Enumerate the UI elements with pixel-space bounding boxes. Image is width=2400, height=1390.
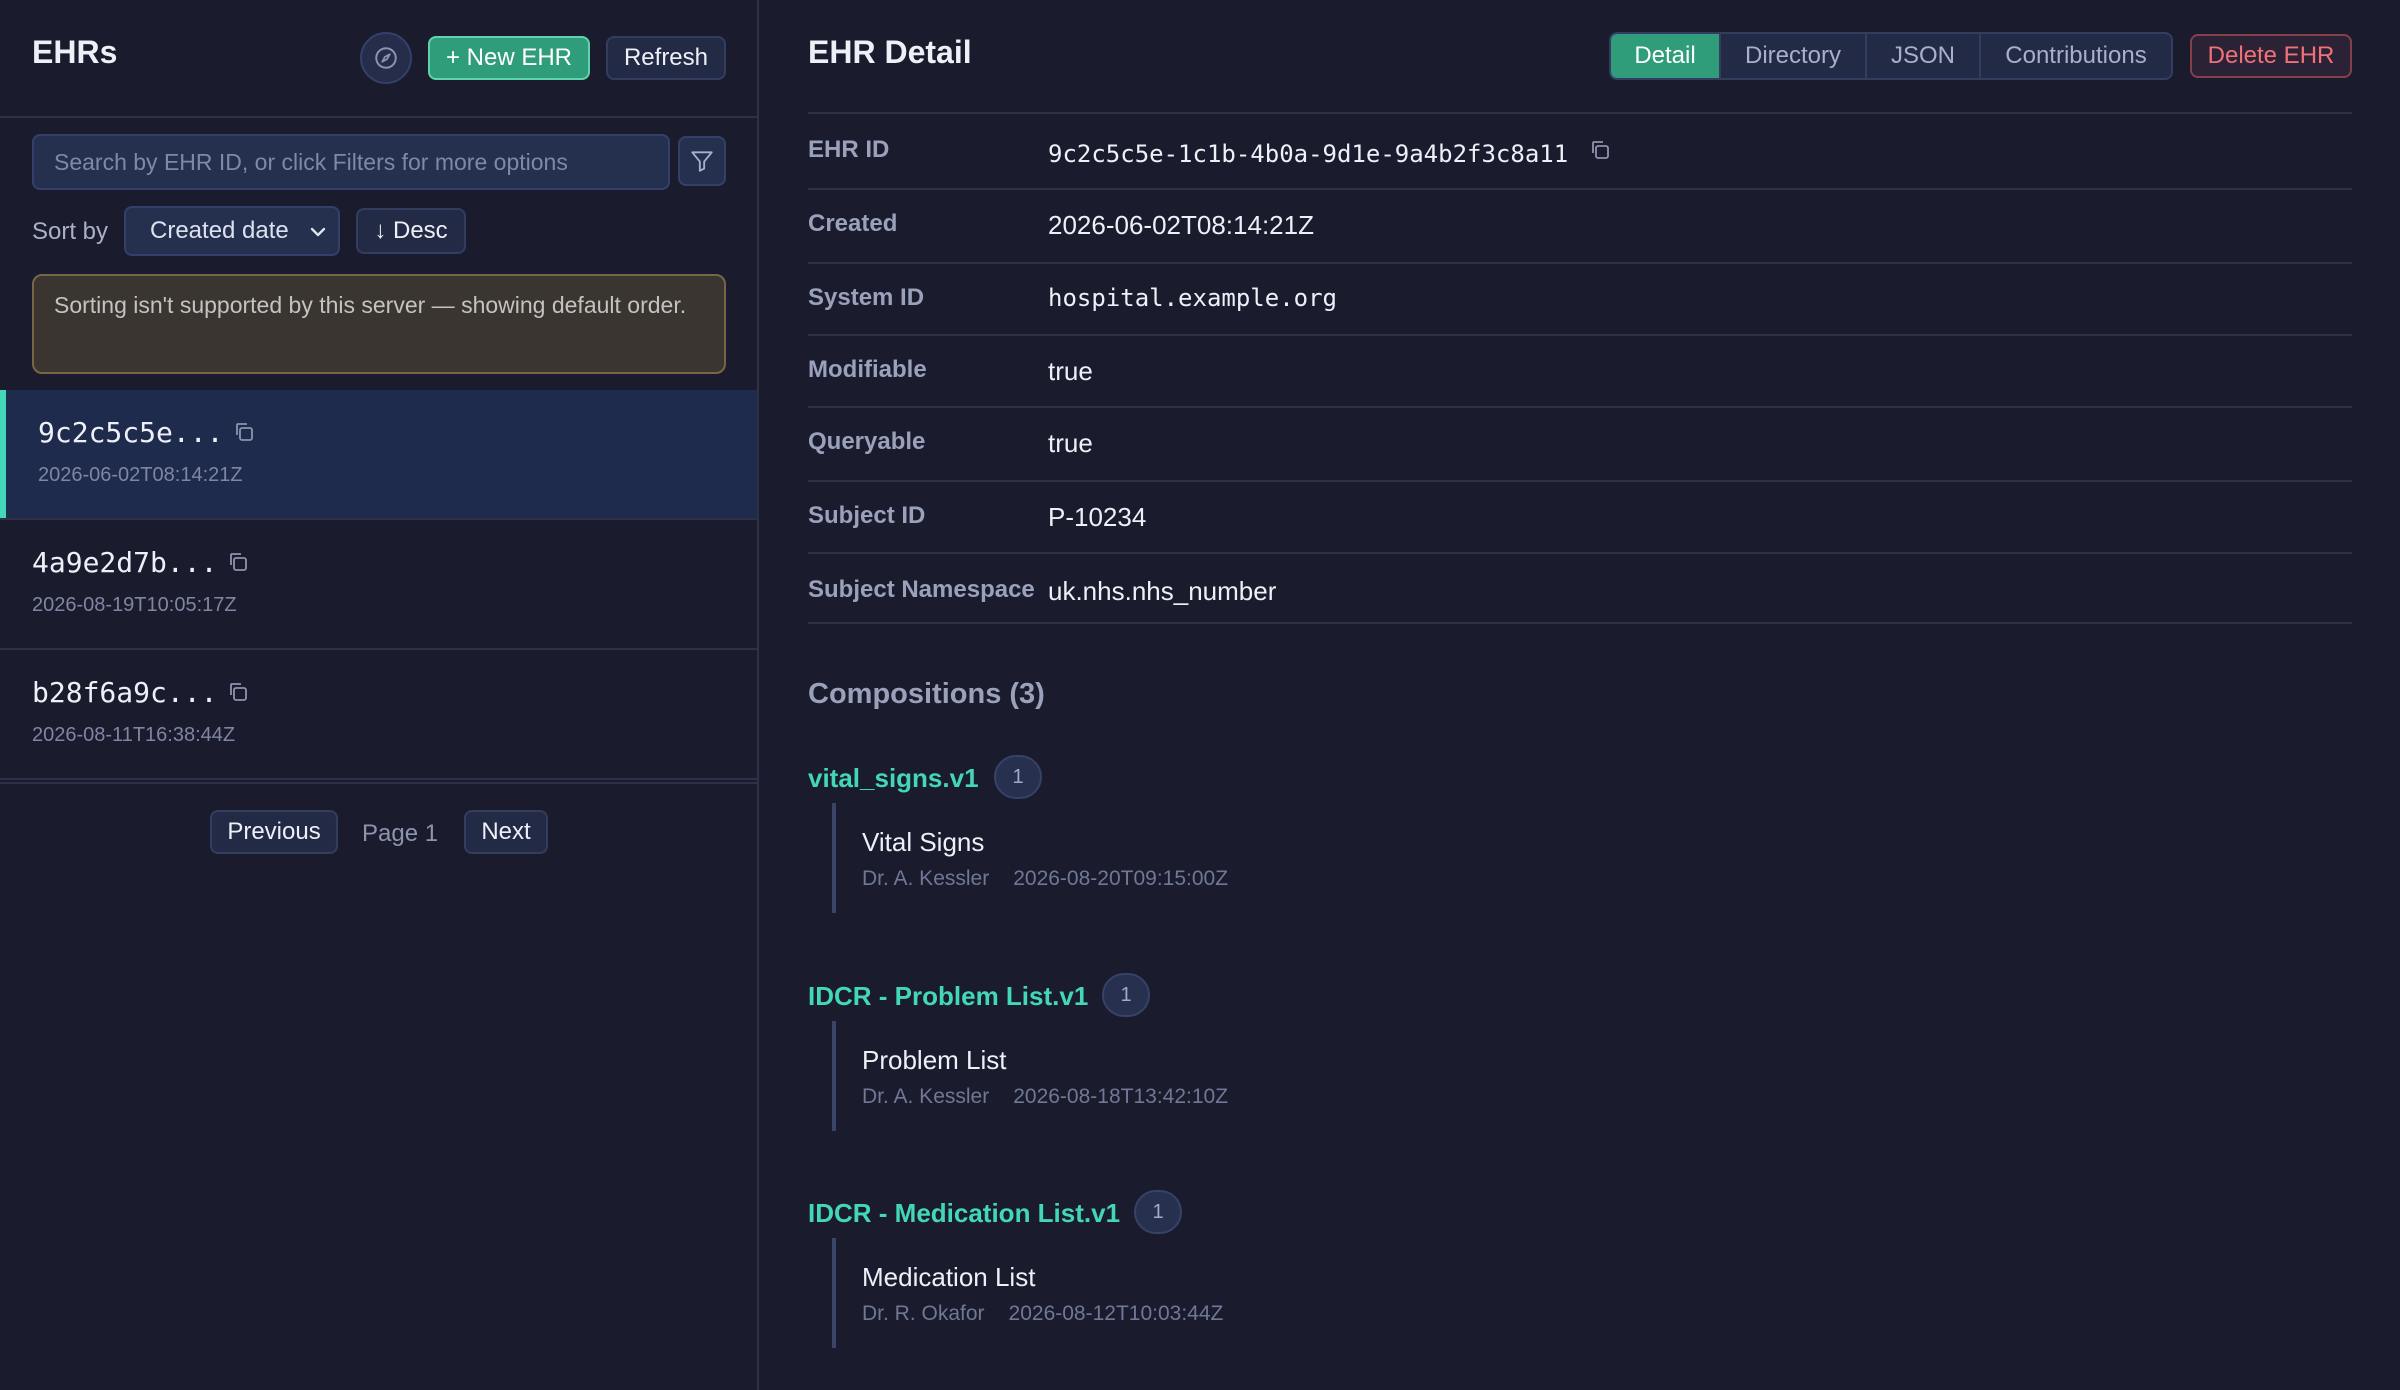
refresh-button[interactable]: Refresh — [606, 36, 726, 80]
sort-field-value: Created date — [150, 217, 289, 244]
composition-title: Vital Signs — [862, 827, 985, 857]
field-subject-id: Subject ID P-10234 — [808, 480, 2352, 552]
ehr-created-date: 2026-08-11T16:38:44Z — [32, 724, 236, 746]
count-badge: 1 — [1134, 1190, 1182, 1234]
page-indicator: Page 1 — [362, 820, 439, 847]
ehr-detail-panel: EHR Detail Detail Directory JSON Contrib… — [761, 0, 2400, 1390]
ehr-created-date: 2026-08-19T10:05:17Z — [32, 594, 237, 616]
compass-icon — [375, 47, 397, 69]
template-link[interactable]: IDCR - Problem List.v1 — [808, 981, 1088, 1012]
field-label: EHR ID — [808, 136, 890, 163]
next-page-button[interactable]: Next — [464, 810, 548, 854]
copy-icon[interactable] — [1588, 138, 1612, 162]
composition-meta: Dr. A. Kessler 2026-08-18T13:42:10Z — [862, 1085, 1228, 1109]
composition-time: 2026-08-18T13:42:10Z — [1013, 1085, 1229, 1108]
filter-icon — [691, 151, 713, 172]
ehr-list-title: EHRs — [32, 34, 118, 70]
copy-icon[interactable] — [232, 420, 256, 444]
ehr-search-input[interactable] — [32, 134, 670, 190]
field-label: Created — [808, 210, 898, 237]
ehr-id-short: 9c2c5c5e... — [38, 416, 224, 449]
pagination-divider — [0, 782, 757, 784]
detail-divider — [808, 622, 2352, 624]
previous-page-button[interactable]: Previous — [210, 810, 338, 854]
template-link[interactable]: IDCR - Medication List.v1 — [808, 1198, 1120, 1229]
composition-meta: Dr. A. Kessler 2026-08-20T09:15:00Z — [862, 867, 1228, 891]
ehr-list-item[interactable]: 4a9e2d7b... 2026-08-19T10:05:17Z — [0, 520, 757, 650]
field-label: System ID — [808, 284, 925, 311]
tab-detail[interactable]: Detail — [1611, 34, 1721, 78]
field-label: Modifiable — [808, 356, 927, 383]
field-subject-namespace: Subject Namespace uk.nhs.nhs_number — [808, 552, 2352, 622]
ehr-list-header: EHRs + New EHR Refresh — [0, 0, 757, 118]
copy-icon[interactable] — [226, 550, 250, 574]
field-value: 9c2c5c5e-1c1b-4b0a-9d1e-9a4b2f3c8a11 — [1048, 140, 1569, 168]
composition-entry[interactable]: Vital Signs Dr. A. Kessler 2026-08-20T09:… — [832, 803, 1228, 913]
composition-author: Dr. R. Okafor — [862, 1302, 985, 1325]
field-modifiable: Modifiable true — [808, 334, 2352, 406]
field-label: Subject Namespace — [808, 576, 1035, 603]
sort-label: Sort by — [32, 218, 109, 245]
tab-directory[interactable]: Directory — [1721, 34, 1867, 78]
new-ehr-button[interactable]: + New EHR — [428, 36, 590, 80]
delete-ehr-button[interactable]: Delete EHR — [2190, 34, 2352, 78]
chevron-down-icon — [310, 227, 326, 237]
field-system-id: System ID hospital.example.org — [808, 262, 2352, 334]
field-label: Queryable — [808, 428, 926, 455]
field-value: P-10234 — [1048, 502, 1147, 532]
composition-entry[interactable]: Problem List Dr. A. Kessler 2026-08-18T13… — [832, 1021, 1228, 1131]
ehr-id-short: b28f6a9c... — [32, 676, 218, 709]
tab-json[interactable]: JSON — [1867, 34, 1981, 78]
composition-entry[interactable]: Medication List Dr. R. Okafor 2026-08-12T… — [832, 1238, 1223, 1348]
page-title: EHR Detail — [808, 34, 972, 70]
filters-button[interactable] — [678, 136, 726, 186]
ehr-created-date: 2026-06-02T08:14:21Z — [38, 464, 243, 486]
field-ehr-id: EHR ID 9c2c5c5e-1c1b-4b0a-9d1e-9a4b2f3c8… — [808, 112, 2352, 188]
composition-time: 2026-08-12T10:03:44Z — [1008, 1302, 1224, 1325]
sort-order-button[interactable]: ↓ Desc — [356, 208, 466, 254]
composition-author: Dr. A. Kessler — [862, 1085, 990, 1108]
sort-field-select[interactable]: Created date — [124, 206, 340, 256]
detail-tabs: Detail Directory JSON Contributions — [1609, 32, 2173, 80]
ehr-list-panel: EHRs + New EHR Refresh Sort by Created d… — [0, 0, 759, 1390]
field-value: true — [1048, 356, 1093, 386]
field-created: Created 2026-06-02T08:14:21Z — [808, 188, 2352, 262]
ehr-list-item[interactable]: b28f6a9c... 2026-08-11T16:38:44Z — [0, 650, 757, 780]
field-queryable: Queryable true — [808, 406, 2352, 480]
tab-contributions[interactable]: Contributions — [1981, 34, 2171, 78]
compass-button[interactable] — [360, 32, 412, 84]
sort-warning-banner: Sorting isn't supported by this server —… — [32, 274, 726, 374]
composition-meta: Dr. R. Okafor 2026-08-12T10:03:44Z — [862, 1302, 1223, 1326]
ehr-list-item[interactable]: 9c2c5c5e... 2026-06-02T08:14:21Z — [0, 390, 757, 520]
field-value: true — [1048, 428, 1093, 458]
selected-indicator — [0, 390, 6, 518]
template-link[interactable]: vital_signs.v1 — [808, 763, 979, 794]
field-value: uk.nhs.nhs_number — [1048, 576, 1277, 606]
composition-author: Dr. A. Kessler — [862, 867, 990, 890]
field-value: 2026-06-02T08:14:21Z — [1048, 210, 1314, 240]
ehr-list: 9c2c5c5e... 2026-06-02T08:14:21Z 4a9e2d7… — [0, 390, 757, 780]
ehr-id-short: 4a9e2d7b... — [32, 546, 218, 579]
copy-icon[interactable] — [226, 680, 250, 704]
count-badge: 1 — [1102, 973, 1150, 1017]
compositions-heading: Compositions (3) — [808, 678, 1045, 710]
field-label: Subject ID — [808, 502, 926, 529]
composition-title: Medication List — [862, 1262, 1036, 1292]
field-value: hospital.example.org — [1048, 284, 1337, 312]
count-badge: 1 — [994, 755, 1042, 799]
composition-title: Problem List — [862, 1045, 1007, 1075]
composition-time: 2026-08-20T09:15:00Z — [1013, 867, 1229, 890]
